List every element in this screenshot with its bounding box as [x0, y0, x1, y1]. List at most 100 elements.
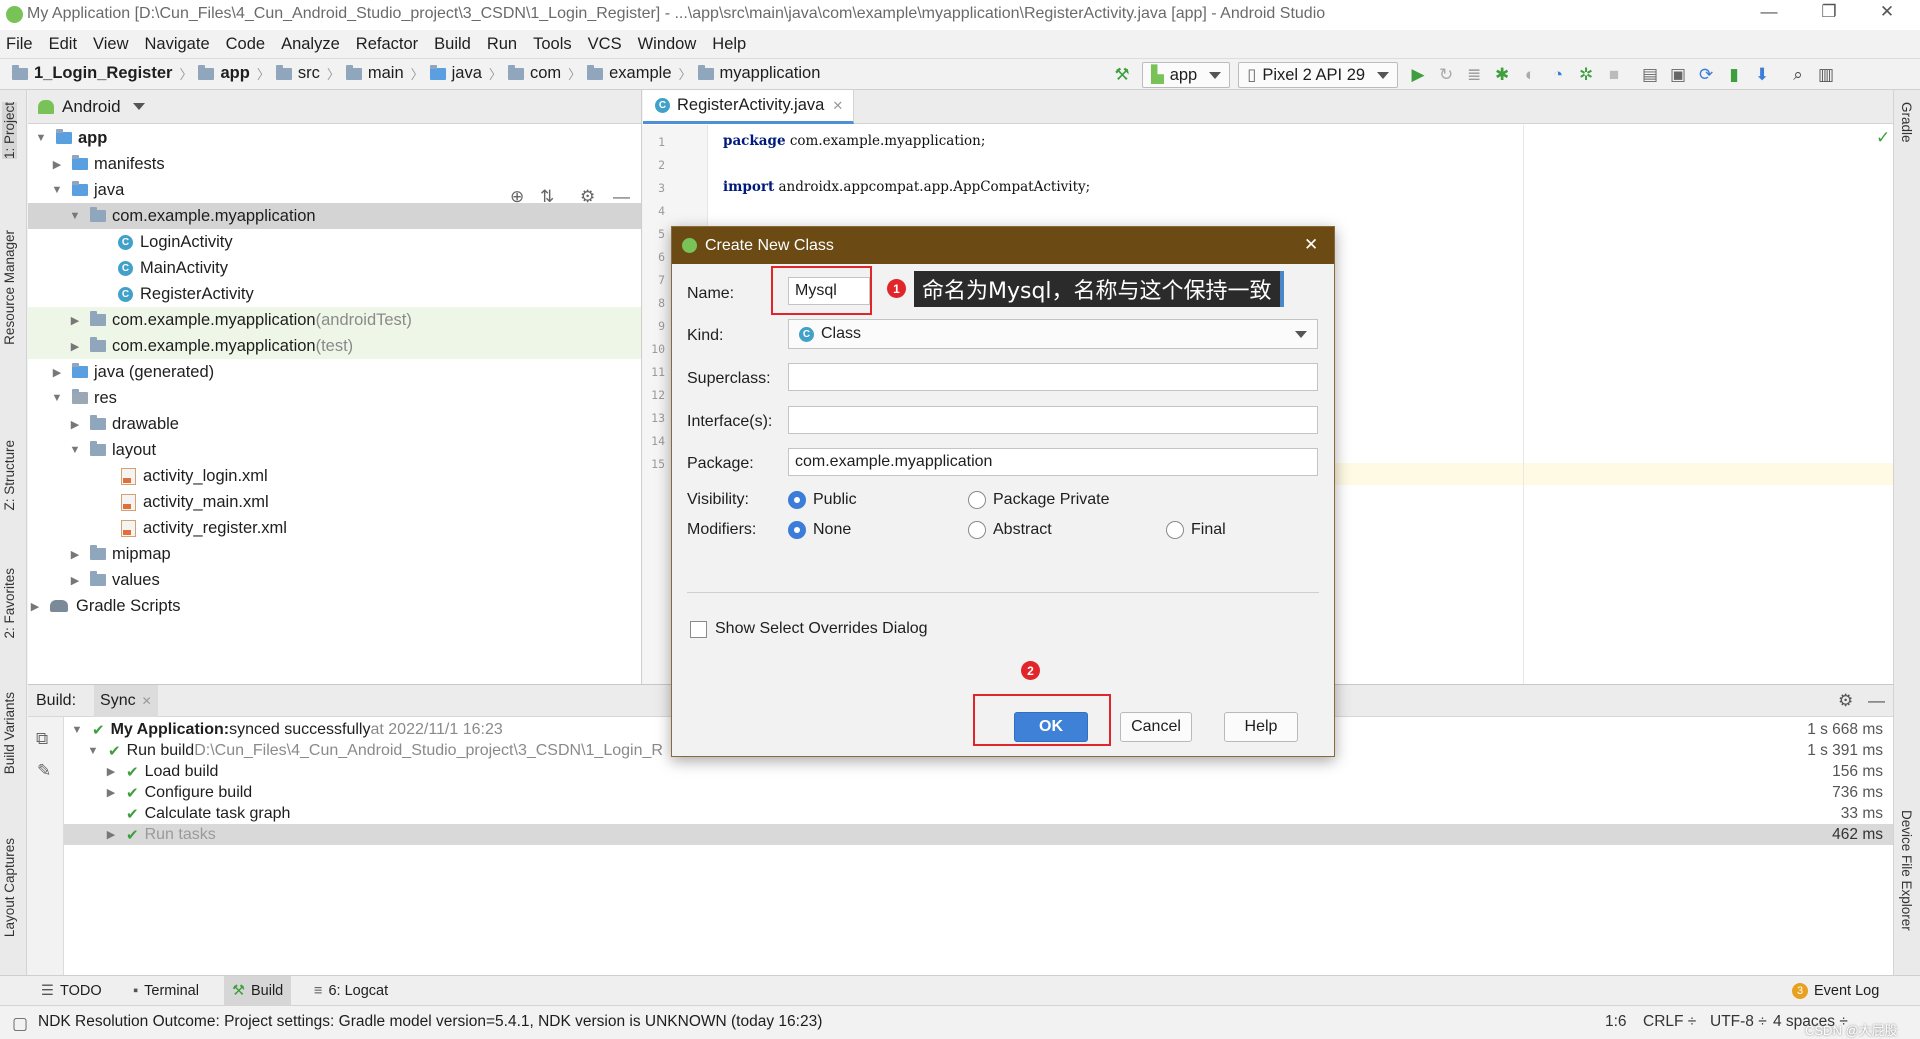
tree-item-java-generated[interactable]: ▶ java (generated) [28, 359, 641, 385]
menu-tools[interactable]: Tools [525, 30, 580, 58]
status-message[interactable]: NDK Resolution Outcome: Project settings… [38, 1013, 822, 1031]
build-row[interactable]: ▶ ✔ Load build 156 ms [64, 761, 1893, 782]
menu-analyze[interactable]: Analyze [273, 30, 348, 58]
breadcrumb-main[interactable]: main 〉 [340, 64, 424, 83]
menu-run[interactable]: Run [479, 30, 525, 58]
breadcrumb-src[interactable]: src 〉 [270, 64, 340, 83]
file-encoding[interactable]: UTF-8 ÷ [1710, 1013, 1767, 1031]
tree-item-manifests[interactable]: ▶ manifests [28, 151, 641, 177]
code-line-1[interactable]: package com.example.myapplication; [723, 133, 985, 149]
coverage-icon[interactable]: ◐ [1516, 61, 1544, 89]
interfaces-field[interactable] [788, 406, 1318, 434]
menu-build[interactable]: Build [426, 30, 479, 58]
menu-window[interactable]: Window [630, 30, 705, 58]
tab-layout-captures[interactable]: Layout Captures [2, 838, 17, 937]
tab-build-variants[interactable]: Build Variants [2, 692, 17, 774]
close-dialog-button[interactable]: ✕ [1304, 235, 1318, 255]
build-row[interactable]: ▶ ✔ Configure build 736 ms [64, 782, 1893, 803]
breadcrumb-app[interactable]: app 〉 [192, 64, 270, 83]
visibility-package-private-radio[interactable]: Package Private [968, 491, 1110, 509]
breadcrumb-example[interactable]: example 〉 [581, 64, 692, 83]
chevron-down-icon[interactable] [132, 103, 145, 110]
hide-icon[interactable]: — [1868, 691, 1885, 711]
tree-item-package-androidtest[interactable]: ▶ com.example.myapplication (androidTest) [28, 307, 641, 333]
tree-item-java[interactable]: ▼ java [28, 177, 641, 203]
tree-item-mipmap[interactable]: ▶ mipmap [28, 541, 641, 567]
tab-terminal[interactable]: ▪ Terminal [125, 976, 207, 1006]
hammer-icon[interactable]: ⚒ [1108, 61, 1136, 89]
tree-item-drawable[interactable]: ▶ drawable [28, 411, 641, 437]
tree-item-package-test[interactable]: ▶ com.example.myapplication (test) [28, 333, 641, 359]
menu-view[interactable]: View [85, 30, 136, 58]
modifier-final-radio[interactable]: Final [1166, 521, 1226, 539]
tree-item-activity-login-xml[interactable]: activity_login.xml [28, 463, 641, 489]
package-field[interactable]: com.example.myapplication [788, 448, 1318, 476]
settings-icon[interactable]: ▥ [1812, 61, 1840, 89]
close-window-button[interactable]: ✕ [1867, 2, 1907, 28]
device-selector[interactable]: ▯ Pixel 2 API 29 [1238, 62, 1399, 88]
layout-inspector-icon[interactable]: ▣ [1664, 61, 1692, 89]
tab-registeractivity[interactable]: C RegisterActivity.java ✕ [643, 90, 855, 124]
superclass-field[interactable] [788, 363, 1318, 391]
tab-structure[interactable]: Z: Structure [2, 440, 17, 511]
debug-icon[interactable]: ✱ [1488, 61, 1516, 89]
build-row[interactable]: ✔ Calculate task graph 33 ms [64, 803, 1893, 824]
help-button[interactable]: Help [1224, 712, 1298, 742]
menu-code[interactable]: Code [218, 30, 273, 58]
close-tab-icon[interactable]: ✕ [142, 694, 152, 708]
restart-icon[interactable]: ⧉ [36, 729, 48, 749]
close-tab-icon[interactable]: ✕ [832, 98, 843, 114]
tree-item-activity-register-xml[interactable]: activity_register.xml [28, 515, 641, 541]
menu-file[interactable]: File [0, 30, 41, 58]
profile-icon[interactable]: ◔ [1544, 61, 1572, 89]
tree-item-values[interactable]: ▶ values [28, 567, 641, 593]
tree-item-package[interactable]: ▼ com.example.myapplication [28, 203, 641, 229]
breadcrumb-project[interactable]: 1_Login_Register 〉 [6, 64, 192, 83]
breadcrumb-myapplication[interactable]: myapplication [692, 64, 820, 83]
search-icon[interactable]: ⌕ [1784, 61, 1812, 89]
tree-item-gradle-scripts[interactable]: ▶ Gradle Scripts [28, 593, 641, 619]
sync-gradle-icon[interactable]: ⟳ [1692, 61, 1720, 89]
build-row-selected[interactable]: ▶ ✔ Run tasks 462 ms [64, 824, 1893, 845]
menu-navigate[interactable]: Navigate [137, 30, 218, 58]
visibility-public-radio[interactable]: Public [788, 491, 857, 509]
stop-icon[interactable]: ■ [1600, 61, 1628, 89]
tool-windows-icon[interactable]: ▢ [12, 1014, 28, 1034]
tree-item-activity-main-xml[interactable]: activity_main.xml [28, 489, 641, 515]
gear-icon[interactable]: ⚙ [1838, 691, 1853, 711]
run-icon[interactable]: ▶ [1404, 61, 1432, 89]
tab-favorites[interactable]: 2: Favorites [2, 568, 17, 639]
tree-item-registeractivity[interactable]: C RegisterActivity [28, 281, 641, 307]
breadcrumb-java[interactable]: java 〉 [424, 64, 502, 83]
menu-vcs[interactable]: VCS [580, 30, 630, 58]
code-line-3[interactable]: import androidx.appcompat.app.AppCompatA… [723, 179, 1090, 195]
show-overrides-checkbox[interactable]: Show Select Overrides Dialog [690, 620, 928, 638]
tree-item-loginactivity[interactable]: C LoginActivity [28, 229, 641, 255]
modifier-none-radio[interactable]: None [788, 521, 851, 539]
restore-button[interactable]: ❐ [1809, 2, 1849, 28]
avd-manager-icon[interactable]: ▮ [1720, 61, 1748, 89]
tree-item-layout[interactable]: ▼ layout [28, 437, 641, 463]
minimize-button[interactable]: — [1749, 2, 1789, 28]
breadcrumb-com[interactable]: com 〉 [502, 64, 581, 83]
tab-build[interactable]: ⚒ Build [224, 976, 292, 1006]
tab-project[interactable]: 1: Project [2, 102, 17, 160]
tab-todo[interactable]: ☰ TODO [33, 976, 110, 1006]
tree-item-res[interactable]: ▼ res [28, 385, 641, 411]
tab-event-log[interactable]: 3 Event Log [1784, 976, 1887, 1006]
tab-sync[interactable]: Sync ✕ [94, 684, 158, 717]
tab-device-file-explorer[interactable]: Device File Explorer [1899, 810, 1914, 931]
apply-changes-icon[interactable]: ↻ [1432, 61, 1460, 89]
line-separator[interactable]: CRLF ÷ [1643, 1013, 1696, 1031]
tab-gradle[interactable]: Gradle [1899, 102, 1914, 143]
cancel-button[interactable]: Cancel [1120, 712, 1192, 742]
attach-debugger-icon[interactable]: ✲ [1572, 61, 1600, 89]
apply-code-changes-icon[interactable]: ≣ [1460, 61, 1488, 89]
project-structure-icon[interactable]: ▤ [1636, 61, 1664, 89]
sdk-manager-icon[interactable]: ⬇ [1748, 61, 1776, 89]
menu-refactor[interactable]: Refactor [348, 30, 426, 58]
tree-item-app[interactable]: ▼ app [28, 125, 641, 151]
project-view-selector[interactable]: Android [62, 97, 121, 117]
tab-logcat[interactable]: ≡ 6: Logcat [306, 976, 396, 1006]
pin-icon[interactable]: ✎ [37, 761, 51, 781]
